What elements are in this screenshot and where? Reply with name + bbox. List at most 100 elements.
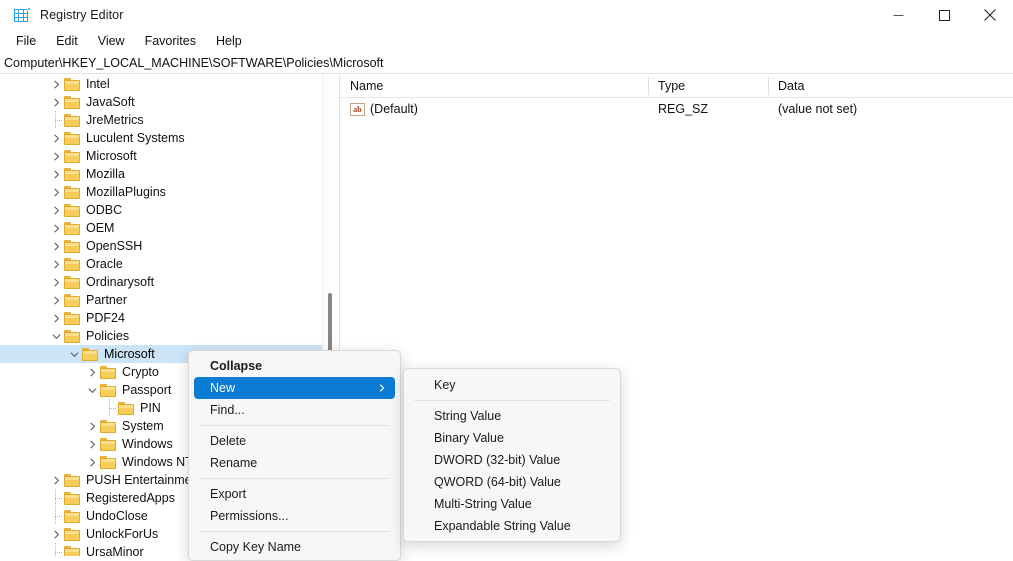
context-menu-item-copy-key-name[interactable]: Copy Key Name [189,536,400,558]
submenu-item-label: Key [434,378,456,392]
folder-icon [64,527,81,541]
submenu-item-key[interactable]: Key [404,374,620,396]
submenu-item-label: Multi-String Value [434,497,532,511]
minimize-button[interactable] [875,0,921,30]
address-bar[interactable]: Computer\HKEY_LOCAL_MACHINE\SOFTWARE\Pol… [0,52,1013,74]
context-menu-item-find[interactable]: Find... [189,399,400,421]
tree-item-label: RegisteredApps [86,491,181,505]
tree-item-label: Microsoft [86,149,143,163]
tree-item-label: MozillaPlugins [86,185,172,199]
tree-item-policies[interactable]: Policies [0,327,326,345]
column-header-name[interactable]: Name [340,75,648,97]
menu-favorites[interactable]: Favorites [135,32,206,50]
chevron-right-icon[interactable] [48,291,64,309]
tree-item-pdf24[interactable]: PDF24 [0,309,326,327]
menu-edit[interactable]: Edit [46,32,88,50]
tree-item-mozillaplugins[interactable]: MozillaPlugins [0,183,326,201]
context-menu-item-new[interactable]: New [194,377,395,399]
menu-view[interactable]: View [88,32,135,50]
tree-item-label: Passport [122,383,177,397]
close-button[interactable] [967,0,1013,30]
tree-item-openssh[interactable]: OpenSSH [0,237,326,255]
tree-item-jremetrics[interactable]: JreMetrics [0,111,326,129]
chevron-right-icon[interactable] [48,93,64,111]
submenu-item-multi-string-value[interactable]: Multi-String Value [404,493,620,515]
context-menu-item-permissions[interactable]: Permissions... [189,505,400,527]
context-menu-item-label: Export [210,487,246,501]
chevron-right-icon[interactable] [48,201,64,219]
chevron-right-icon[interactable] [48,237,64,255]
chevron-right-icon[interactable] [48,273,64,291]
folder-icon [100,383,117,397]
context-menu-item-delete[interactable]: Delete [189,430,400,452]
context-menu-item-rename[interactable]: Rename [189,452,400,474]
registry-grid-icon [14,7,30,23]
folder-icon [64,95,81,109]
submenu-item-label: Binary Value [434,431,504,445]
column-header-data[interactable]: Data [768,75,1013,97]
chevron-right-icon[interactable] [48,471,64,489]
maximize-button[interactable] [921,0,967,30]
tree-item-ordinarysoft[interactable]: Ordinarysoft [0,273,326,291]
folder-icon [64,167,81,181]
column-header-type[interactable]: Type [648,75,768,97]
folder-icon [64,275,81,289]
context-menu-item-collapse[interactable]: Collapse [189,355,400,377]
value-type-cell: REG_SZ [648,98,768,120]
tree-item-partner[interactable]: Partner [0,291,326,309]
chevron-right-icon[interactable] [48,525,64,543]
folder-icon [64,203,81,217]
folder-icon [100,437,117,451]
context-menu[interactable]: CollapseNewFind... Delete Rename Export Perm… [188,350,401,561]
tree-item-microsoft[interactable]: Microsoft [0,147,326,165]
chevron-right-icon[interactable] [48,75,64,93]
context-menu-item-export[interactable]: Export [189,483,400,505]
tree-item-mozilla[interactable]: Mozilla [0,165,326,183]
chevron-right-icon[interactable] [48,219,64,237]
tree-item-label: JreMetrics [86,113,150,127]
submenu-item-dword-32-bit-value[interactable]: DWORD (32-bit) Value [404,449,620,471]
folder-icon [64,329,81,343]
tree-connector [48,111,64,129]
chevron-right-icon[interactable] [48,147,64,165]
submenu-item-qword-64-bit-value[interactable]: QWORD (64-bit) Value [404,471,620,493]
menu-help[interactable]: Help [206,32,252,50]
chevron-right-icon[interactable] [84,453,100,471]
tree-item-luculent-systems[interactable]: Luculent Systems [0,129,326,147]
tree-item-odbc[interactable]: ODBC [0,201,326,219]
chevron-right-icon[interactable] [48,165,64,183]
tree-item-oem[interactable]: OEM [0,219,326,237]
tree-item-intel[interactable]: Intel [0,75,326,93]
title-bar: Registry Editor [0,0,1013,30]
chevron-right-icon[interactable] [48,183,64,201]
chevron-down-icon[interactable] [48,327,64,345]
tree-item-label: UnlockForUs [86,527,164,541]
tree-item-oracle[interactable]: Oracle [0,255,326,273]
window-controls [875,0,1013,30]
menu-file[interactable]: File [6,32,46,50]
chevron-right-icon[interactable] [84,417,100,435]
chevron-down-icon[interactable] [66,345,82,363]
submenu-item-expandable-string-value[interactable]: Expandable String Value [404,515,620,537]
chevron-right-icon[interactable] [48,255,64,273]
chevron-right-icon[interactable] [84,435,100,453]
chevron-right-icon[interactable] [48,309,64,327]
values-column-headers: Name Type Data [340,75,1013,98]
folder-icon [64,77,81,91]
tree-item-label: Policies [86,329,135,343]
context-menu-item-label: Permissions... [210,509,289,523]
submenu-item-binary-value[interactable]: Binary Value [404,427,620,449]
context-submenu-new[interactable]: Key String Value Binary Value DWORD (32-bit… [403,368,621,542]
table-row[interactable]: ab (Default) REG_SZ (value not set) [340,98,1013,120]
submenu-item-string-value[interactable]: String Value [404,405,620,427]
tree-item-javasoft[interactable]: JavaSoft [0,93,326,111]
tree-item-label: OpenSSH [86,239,148,253]
chevron-right-icon[interactable] [84,363,100,381]
chevron-down-icon[interactable] [84,381,100,399]
folder-icon [82,347,99,361]
chevron-right-icon[interactable] [48,129,64,147]
value-name-text: (Default) [370,102,418,116]
window-title: Registry Editor [40,8,123,22]
context-menu-item-label: Rename [210,456,257,470]
menu-separator [199,531,390,532]
